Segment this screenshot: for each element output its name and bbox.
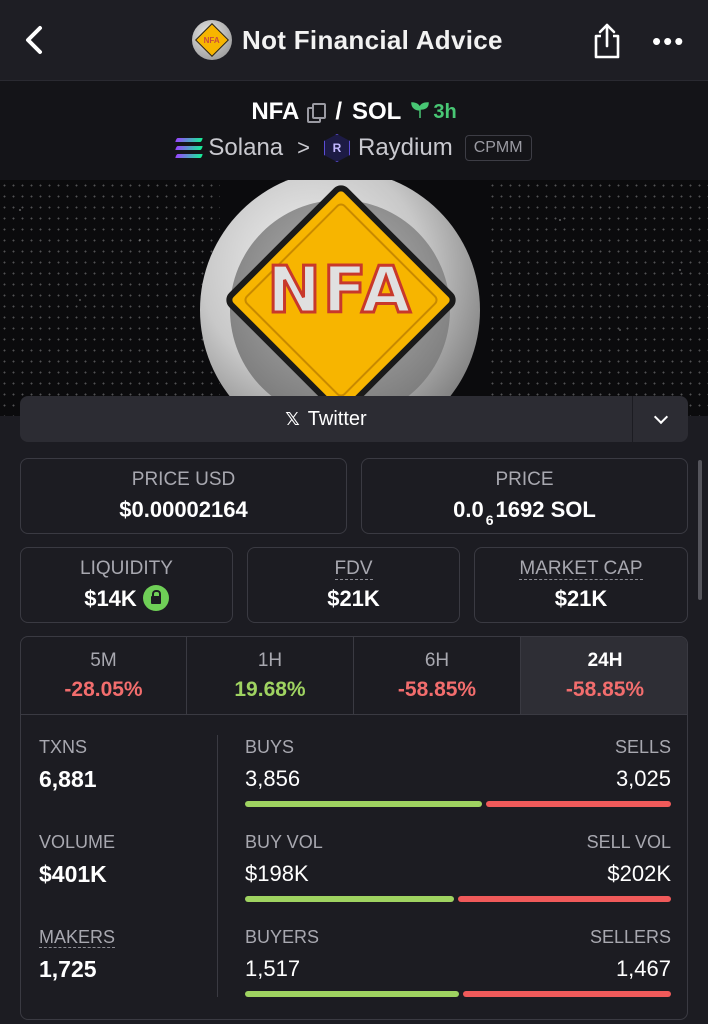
fdv-card: FDV $21K bbox=[247, 547, 460, 623]
buys-sells-row: BUYS SELLS 3,856 3,025 bbox=[245, 737, 671, 807]
pair-quote-symbol: SOL bbox=[351, 98, 402, 125]
twitter-label: Twitter bbox=[307, 407, 367, 430]
change-24h: -58.85% bbox=[565, 678, 645, 701]
page-title-group: NFA Not Financial Advice bbox=[192, 20, 503, 60]
fdv-label[interactable]: FDV bbox=[334, 558, 373, 580]
liquidity-value: $14K bbox=[21, 585, 232, 613]
pair-row: NFA / SOL 3h bbox=[0, 95, 708, 129]
pair-base-symbol: NFA bbox=[251, 98, 300, 125]
sellers-value: 1,467 bbox=[615, 956, 671, 981]
stats-divider bbox=[217, 735, 218, 997]
twitter-button[interactable]: 𝕏 Twitter bbox=[20, 396, 632, 442]
change-5m: -28.05% bbox=[64, 678, 143, 701]
fdv-value: $21K bbox=[327, 586, 380, 611]
liquidity-card: LIQUIDITY $14K bbox=[20, 547, 233, 623]
price-usd-label: PRICE USD bbox=[131, 469, 236, 490]
price-native-label: PRICE bbox=[495, 469, 554, 490]
pair-header: NFA / SOL 3h Solana > R Raydium CPMM bbox=[0, 81, 708, 181]
scrollbar[interactable] bbox=[698, 460, 702, 600]
dex-name[interactable]: Raydium bbox=[358, 134, 453, 162]
volume-label: VOLUME bbox=[39, 832, 116, 852]
tab-1h[interactable]: 1H 19.68% bbox=[187, 637, 354, 714]
liquidity-label: LIQUIDITY bbox=[80, 558, 173, 579]
trading-stats-panel: 5M -28.05% 1H 19.68% 6H -58.85% 24H -58.… bbox=[20, 636, 688, 1020]
buyers-value: 1,517 bbox=[245, 956, 301, 981]
txns-value: 6,881 bbox=[39, 766, 97, 792]
sells-label: SELLS bbox=[614, 737, 671, 757]
change-6h: -58.85% bbox=[397, 678, 477, 701]
price-usd-value: $0.00002164 bbox=[119, 497, 248, 522]
chevron-right-icon: > bbox=[297, 135, 310, 160]
sells-value: 3,025 bbox=[615, 766, 671, 791]
sell-vol-label: SELL VOL bbox=[586, 832, 671, 852]
chevron-left-icon[interactable] bbox=[18, 22, 54, 58]
tab-5m[interactable]: 5M -28.05% bbox=[21, 637, 187, 714]
chain-name[interactable]: Solana bbox=[208, 134, 283, 162]
market-cap-value: $21K bbox=[554, 586, 608, 611]
buys-sells-bar bbox=[245, 801, 671, 807]
sell-vol-value: $202K bbox=[607, 861, 671, 886]
buy-vol-value: $198K bbox=[245, 861, 309, 886]
banner-texture-left bbox=[0, 180, 220, 416]
banner-texture-right bbox=[488, 180, 708, 416]
share-icon[interactable] bbox=[590, 22, 624, 60]
token-logo: NFA bbox=[192, 20, 232, 60]
more-icon[interactable]: ••• bbox=[652, 28, 685, 54]
pair-age: 3h bbox=[433, 100, 457, 123]
tab-6h[interactable]: 6H -58.85% bbox=[354, 637, 521, 714]
volume-bar bbox=[245, 896, 671, 902]
token-banner: NFA bbox=[0, 180, 708, 416]
makers-value: 1,725 bbox=[39, 956, 97, 982]
banner-logo-text: NFA bbox=[266, 253, 413, 330]
social-links-bar: 𝕏 Twitter bbox=[20, 396, 688, 442]
raydium-icon: R bbox=[324, 134, 350, 162]
page-title: Not Financial Advice bbox=[242, 24, 503, 55]
solana-icon bbox=[175, 138, 204, 158]
copy-icon[interactable] bbox=[307, 103, 327, 123]
lock-icon[interactable] bbox=[142, 585, 169, 612]
sellers-label: SELLERS bbox=[589, 927, 671, 947]
makers-label[interactable]: MAKERS bbox=[39, 927, 116, 948]
token-logo-text: NFA bbox=[204, 35, 220, 45]
chain-row: Solana > R Raydium CPMM bbox=[0, 131, 708, 165]
social-dropdown-button[interactable] bbox=[632, 396, 689, 442]
change-1h: 19.68% bbox=[234, 678, 306, 701]
buy-vol-label: BUY VOL bbox=[245, 832, 323, 852]
buyers-sellers-bar bbox=[245, 991, 671, 997]
x-logo-icon: 𝕏 bbox=[285, 408, 300, 429]
price-native-card: PRICE 0.0 61692 SOL bbox=[361, 458, 688, 534]
pair-separator: / bbox=[335, 98, 342, 125]
buy-sell-volume-row: BUY VOL SELL VOL $198K $202K bbox=[245, 832, 671, 902]
buys-value: 3,856 bbox=[245, 766, 301, 791]
market-cap-label[interactable]: MARKET CAP bbox=[519, 558, 643, 580]
timeframe-tabs: 5M -28.05% 1H 19.68% 6H -58.85% 24H -58.… bbox=[21, 637, 687, 715]
chevron-down-icon bbox=[653, 409, 669, 425]
buyers-label: BUYERS bbox=[245, 927, 320, 947]
token-banner-logo: NFA bbox=[200, 180, 480, 416]
sprout-icon bbox=[411, 101, 430, 124]
market-cap-card: MARKET CAP $21K bbox=[474, 547, 688, 623]
price-native-value: 0.0 61692 SOL bbox=[453, 497, 596, 528]
pool-type-badge: CPMM bbox=[464, 135, 532, 161]
buyers-sellers-row: BUYERS SELLERS 1,517 1,467 bbox=[245, 927, 671, 997]
volume-value: $401K bbox=[39, 861, 107, 887]
buys-label: BUYS bbox=[245, 737, 295, 757]
price-usd-card: PRICE USD $0.00002164 bbox=[20, 458, 347, 534]
tab-24h[interactable]: 24H -58.85% bbox=[521, 637, 687, 714]
txns-label: TXNS bbox=[39, 737, 88, 757]
top-bar: NFA Not Financial Advice ••• bbox=[0, 0, 708, 81]
